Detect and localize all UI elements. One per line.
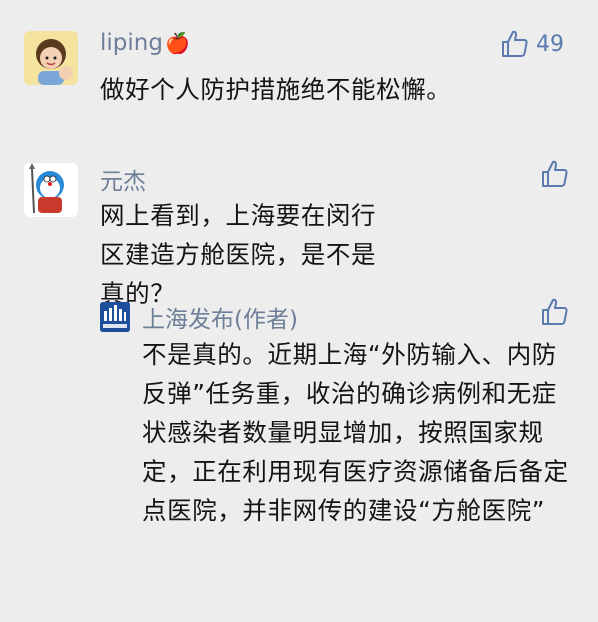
reply-author[interactable]: 上海发布(作者) xyxy=(142,300,298,334)
comment-item: liping 🍎 49 做好个人防护措施绝不能松懈。 xyxy=(0,0,598,140)
avatar[interactable] xyxy=(24,163,78,217)
avatar[interactable] xyxy=(100,302,130,332)
user-avatar-icon xyxy=(24,31,78,85)
reply-text: 不是真的。近期上海“外防输入、内防反弹”任务重，收治的确诊病例和无症状感染者数量… xyxy=(142,340,569,525)
shanghai-fabu-logo-icon xyxy=(100,302,130,332)
comment-author[interactable]: liping 🍎 xyxy=(100,30,190,56)
author-name: liping xyxy=(100,30,163,56)
thumbs-up-icon xyxy=(502,30,528,57)
thumbs-up-icon xyxy=(542,298,568,325)
apple-icon: 🍎 xyxy=(164,31,190,55)
comment-text: 网上看到，上海要在闵行区建造方舱医院，是不是真的？ xyxy=(100,201,377,308)
comment-text: 做好个人防护措施绝不能松懈。 xyxy=(100,75,452,104)
thumbs-up-icon xyxy=(542,160,568,187)
doraemon-avatar-icon xyxy=(24,163,78,217)
comment-author[interactable]: 元杰 xyxy=(100,162,146,196)
like-button[interactable] xyxy=(540,297,576,327)
avatar[interactable] xyxy=(24,31,78,85)
comment-item: 元杰 网上看到，上海要在闵行区建造方舱医院，是不是真的？ 上海发布(作者) 不是… xyxy=(0,140,598,622)
like-button[interactable]: 49 xyxy=(500,29,564,59)
like-button[interactable] xyxy=(540,159,576,189)
like-count: 49 xyxy=(536,31,564,57)
